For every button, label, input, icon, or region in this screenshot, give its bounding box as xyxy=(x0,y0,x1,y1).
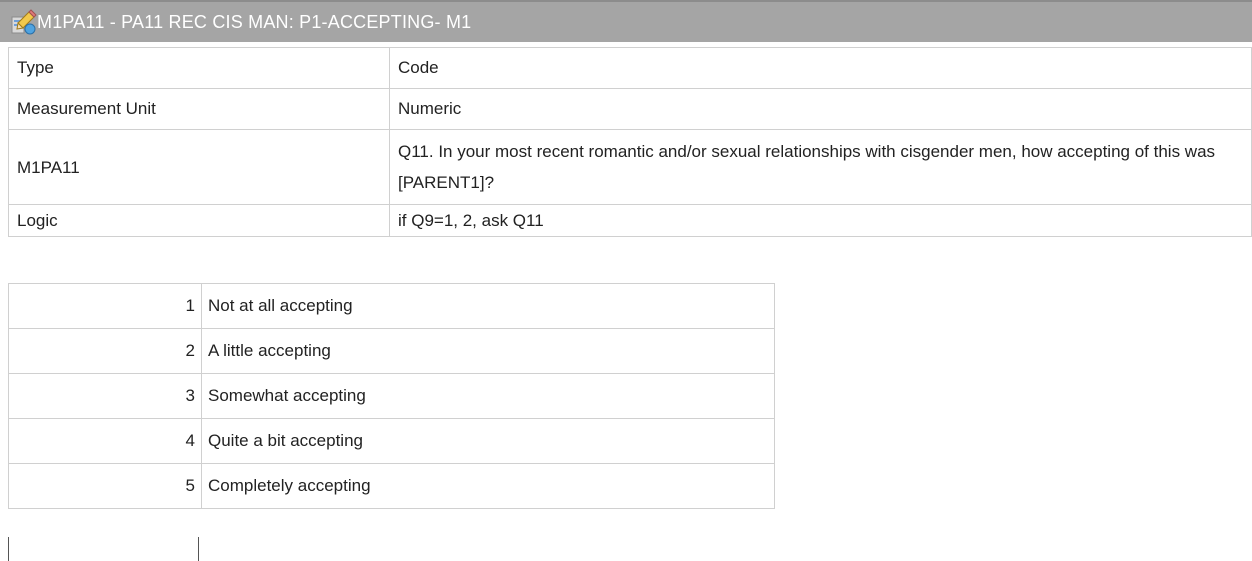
code-value: 4 xyxy=(8,418,202,464)
code-label: Somewhat accepting xyxy=(201,373,775,419)
variable-pencil-icon xyxy=(11,9,37,35)
property-value: Code xyxy=(389,47,1252,89)
code-value: 1 xyxy=(8,283,202,329)
response-codes-table: 1 Not at all accepting 2 A little accept… xyxy=(8,283,775,509)
properties-table: Type Code Measurement Unit Numeric M1PA1… xyxy=(8,47,1252,237)
code-value: 3 xyxy=(8,373,202,419)
code-label: Completely accepting xyxy=(201,463,775,509)
property-label: Logic xyxy=(8,204,390,237)
list-item: 2 A little accepting xyxy=(8,328,775,374)
list-item: 5 Completely accepting xyxy=(8,463,775,509)
code-label: Quite a bit accepting xyxy=(201,418,775,464)
table-row: Logic if Q9=1, 2, ask Q11 xyxy=(8,204,1252,237)
code-value: 5 xyxy=(8,463,202,509)
code-label: A little accepting xyxy=(201,328,775,374)
logic-value: if Q9=1, 2, ask Q11 xyxy=(389,204,1252,237)
table-border-mid xyxy=(198,537,199,561)
table-row: Measurement Unit Numeric xyxy=(8,88,1252,130)
property-label: M1PA11 xyxy=(8,129,390,205)
property-value: Numeric xyxy=(389,88,1252,130)
list-item: 4 Quite a bit accepting xyxy=(8,418,775,464)
table-row: M1PA11 Q11. In your most recent romantic… xyxy=(8,129,1252,205)
code-value: 2 xyxy=(8,328,202,374)
table-border-left xyxy=(8,537,9,561)
list-item: 3 Somewhat accepting xyxy=(8,373,775,419)
question-text: Q11. In your most recent romantic and/or… xyxy=(389,129,1252,205)
table-row: Type Code xyxy=(8,47,1252,89)
code-label: Not at all accepting xyxy=(201,283,775,329)
property-label: Type xyxy=(8,47,390,89)
variable-header: M1PA11 - PA11 REC CIS MAN: P1-ACCEPTING-… xyxy=(0,0,1252,42)
list-item: 1 Not at all accepting xyxy=(8,283,775,329)
variable-title: M1PA11 - PA11 REC CIS MAN: P1-ACCEPTING-… xyxy=(37,12,472,32)
property-label: Measurement Unit xyxy=(8,88,390,130)
